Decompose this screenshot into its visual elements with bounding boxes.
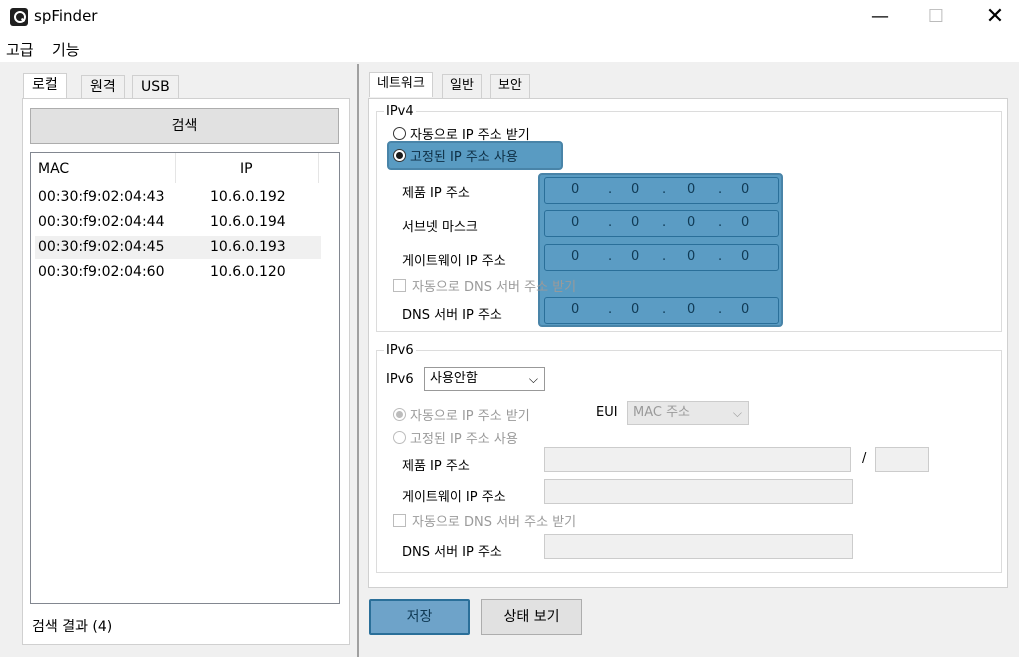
ipv6-dns-label: DNS 서버 IP 주소 xyxy=(402,545,502,560)
column-header-ip[interactable]: IP xyxy=(240,161,253,177)
ipv6-static-ip-radio[interactable] xyxy=(393,431,406,444)
table-row[interactable]: 00:30:f9:02:04:60 10.6.0.120 xyxy=(35,261,321,284)
ipv6-prefix-input[interactable] xyxy=(875,447,929,472)
ipv4-auto-dns-label[interactable]: 자동으로 DNS 서버 주소 받기 xyxy=(412,276,576,295)
tab-usb[interactable]: USB xyxy=(132,75,179,99)
maximize-button[interactable]: ☐ xyxy=(913,0,959,36)
tab-security[interactable]: 보안 xyxy=(490,74,530,98)
ipv6-auto-ip-label[interactable]: 자동으로 IP 주소 받기 xyxy=(410,405,530,424)
table-row[interactable]: 00:30:f9:02:04:44 10.6.0.194 xyxy=(35,211,321,234)
app-search-icon xyxy=(10,8,28,26)
menu-bar xyxy=(0,36,1019,62)
row-mac: 00:30:f9:02:04:60 xyxy=(38,264,165,280)
column-divider xyxy=(175,153,176,183)
tab-remote[interactable]: 원격 xyxy=(81,75,125,99)
table-row[interactable]: 00:30:f9:02:04:43 10.6.0.192 xyxy=(35,186,321,209)
gateway-ip-label: 게이트웨이 IP 주소 xyxy=(402,254,506,269)
ipv6-gateway-input[interactable] xyxy=(544,479,853,504)
window-title: spFinder xyxy=(34,7,98,25)
ipv6-dns-input[interactable] xyxy=(544,534,853,559)
ipv6-mode-select[interactable]: 사용안함 ⌵ xyxy=(424,367,545,391)
ipv6-auto-dns-label[interactable]: 자동으로 DNS 서버 주소 받기 xyxy=(412,511,576,530)
row-mac: 00:30:f9:02:04:45 xyxy=(38,239,165,255)
ipv6-mode-label: IPv6 xyxy=(386,372,414,387)
menu-functions[interactable]: 기능 xyxy=(52,39,80,60)
row-mac: 00:30:f9:02:04:44 xyxy=(38,214,165,230)
chevron-down-icon: ⌵ xyxy=(528,372,538,386)
panel-splitter[interactable] xyxy=(357,64,359,657)
row-ip: 10.6.0.194 xyxy=(210,214,286,230)
search-result-count: 검색 결과 (4) xyxy=(32,619,113,635)
eui-label: EUI xyxy=(596,405,618,420)
chevron-down-icon: ⌵ xyxy=(732,406,742,420)
save-button[interactable]: 저장 xyxy=(369,599,470,635)
menu-advanced[interactable]: 고급 xyxy=(6,39,34,60)
table-row-selected[interactable]: 00:30:f9:02:04:45 10.6.0.193 xyxy=(35,236,321,259)
minimize-button[interactable]: — xyxy=(857,0,903,36)
prefix-separator: / xyxy=(862,451,867,466)
tab-local[interactable]: 로컬 xyxy=(23,73,67,98)
row-ip: 10.6.0.120 xyxy=(210,264,286,280)
ipv6-auto-ip-radio[interactable] xyxy=(393,408,406,421)
column-divider xyxy=(318,153,319,183)
dns-ip-field[interactable]: 0 . 0 . 0 . 0 xyxy=(544,297,779,324)
subnet-mask-label: 서브넷 마스크 xyxy=(402,220,478,235)
ipv4-auto-dns-checkbox[interactable] xyxy=(393,279,406,292)
ipv4-auto-ip-radio[interactable] xyxy=(393,127,406,140)
ipv6-static-ip-label[interactable]: 고정된 IP 주소 사용 xyxy=(410,428,518,447)
tab-network[interactable]: 네트워크 xyxy=(369,72,433,97)
close-button[interactable]: ✕ xyxy=(972,0,1018,36)
dns-ip-label: DNS 서버 IP 주소 xyxy=(402,308,502,323)
view-status-button[interactable]: 상태 보기 xyxy=(481,599,582,635)
gateway-ip-field[interactable]: 0 . 0 . 0 . 0 xyxy=(544,244,779,271)
ipv6-auto-dns-checkbox[interactable] xyxy=(393,514,406,527)
subnet-mask-field[interactable]: 0 . 0 . 0 . 0 xyxy=(544,210,779,237)
product-ip-label: 제품 IP 주소 xyxy=(402,186,470,201)
eui-select[interactable]: MAC 주소 ⌵ xyxy=(627,401,749,425)
ipv4-static-ip-radio[interactable] xyxy=(393,149,406,162)
ipv4-group-title: IPv4 xyxy=(384,104,416,119)
ipv4-static-ip-label[interactable]: 고정된 IP 주소 사용 xyxy=(410,146,518,165)
row-mac: 00:30:f9:02:04:43 xyxy=(38,189,165,205)
ipv6-product-ip-label: 제품 IP 주소 xyxy=(402,459,470,474)
ipv6-gateway-label: 게이트웨이 IP 주소 xyxy=(402,490,506,505)
tab-general[interactable]: 일반 xyxy=(442,74,482,98)
column-header-mac[interactable]: MAC xyxy=(38,161,69,177)
row-ip: 10.6.0.193 xyxy=(210,239,286,255)
product-ip-field[interactable]: 0 . 0 . 0 . 0 xyxy=(544,177,779,204)
search-button[interactable]: 검색 xyxy=(30,108,339,144)
ipv6-product-ip-input[interactable] xyxy=(544,447,851,472)
row-ip: 10.6.0.192 xyxy=(210,189,286,205)
ipv6-group-title: IPv6 xyxy=(384,343,416,358)
